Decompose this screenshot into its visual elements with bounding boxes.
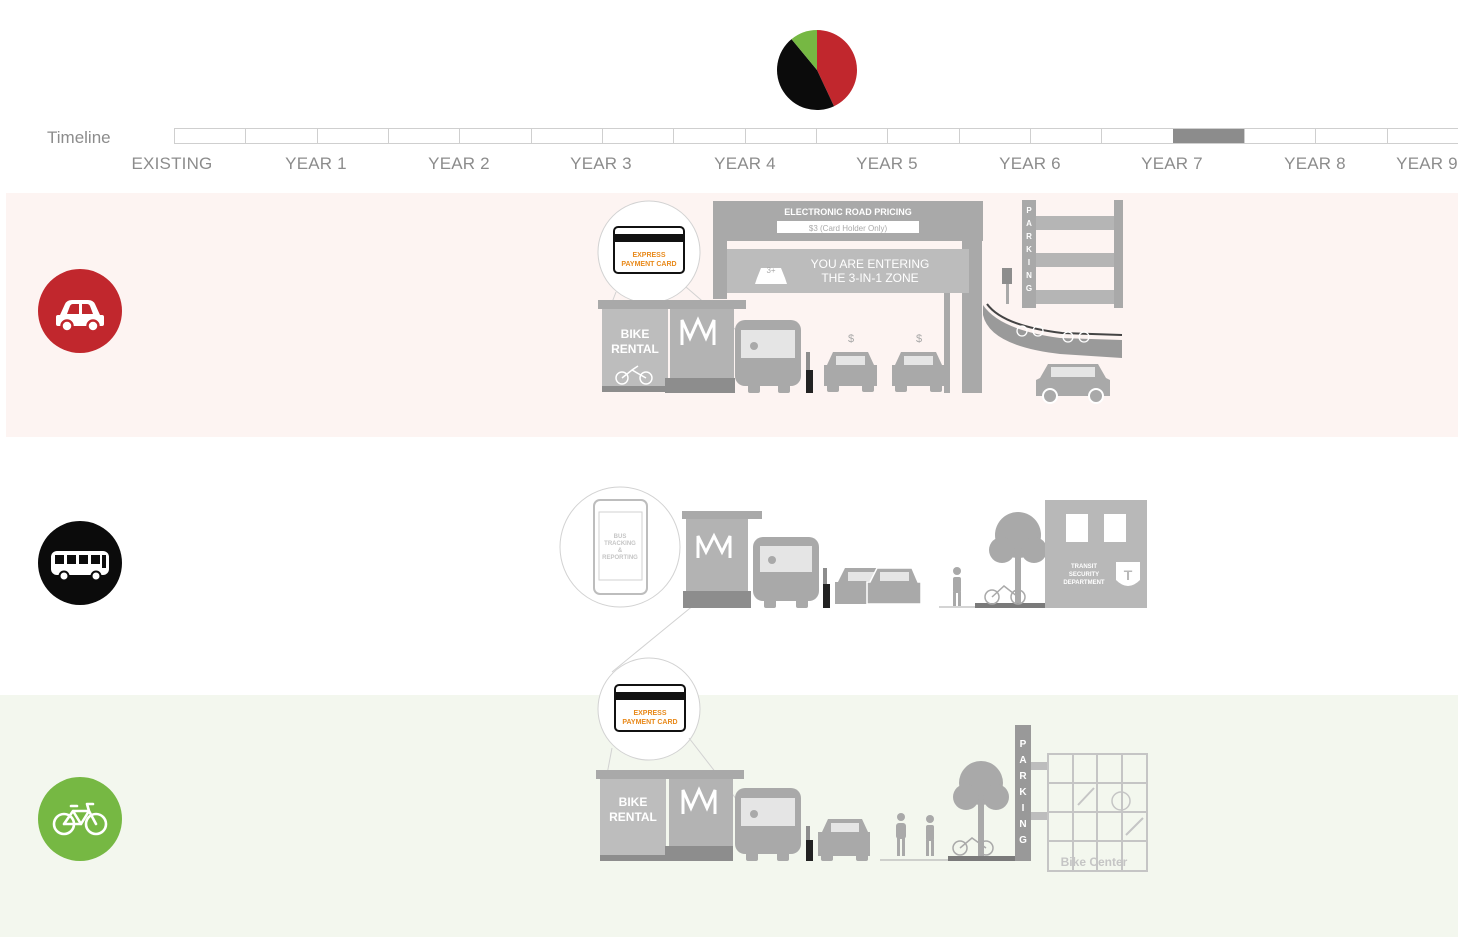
timeline-segment[interactable] (1172, 129, 1244, 143)
car-icon (892, 352, 945, 392)
year-label[interactable]: YEAR 8 (1284, 154, 1346, 174)
timeline-track[interactable] (174, 128, 1458, 144)
year-label[interactable]: YEAR 7 (1141, 154, 1203, 174)
year-label[interactable]: YEAR 2 (428, 154, 490, 174)
zone-sign-line-1: YOU ARE ENTERING (811, 257, 930, 271)
security-badge-letter: T (1124, 567, 1133, 583)
phone-label-4: REPORTING (602, 555, 638, 561)
timeline-segment[interactable] (816, 129, 887, 143)
parking-letter: I (1022, 803, 1025, 814)
parking-letter: N (1019, 819, 1026, 830)
car-icon (56, 300, 104, 333)
toll-mark: $ (916, 333, 922, 345)
toll-mark: $ (848, 333, 854, 345)
parking-letter: K (1019, 787, 1027, 798)
parking-letter: G (1019, 835, 1027, 846)
car-scenario-illustration: EXPRESS PAYMENT CARD BIKE RENTAL ELECTRO… (597, 200, 1123, 404)
parking-letter: P (1026, 206, 1032, 215)
express-card-label-1: EXPRESS (632, 252, 665, 259)
bus-mode-button[interactable] (38, 521, 122, 605)
bus-icon (735, 320, 801, 393)
timeline-segment[interactable] (1386, 129, 1458, 143)
bike-rental-label-1: BIKE (619, 795, 648, 809)
pedestrian-icon (953, 567, 961, 606)
parking-letter: R (1026, 232, 1032, 241)
express-card-label-2: PAYMENT CARD (622, 719, 677, 726)
timeline-segment[interactable] (1030, 129, 1101, 143)
bike-scenario-illustration: EXPRESS PAYMENT CARD BIKE RENTAL P A R K… (596, 657, 1148, 872)
year-label[interactable]: YEAR 3 (570, 154, 632, 174)
erp-price: $3 (Card Holder Only) (809, 224, 888, 233)
mode-share-pie-chart (777, 30, 857, 111)
timeline-segment[interactable] (316, 129, 388, 143)
bike-rental-label-2: RENTAL (609, 810, 657, 824)
bicycle-icon (952, 837, 994, 856)
phone-label-2: TRACKING (604, 541, 636, 547)
timeline-segment[interactable] (245, 129, 316, 143)
parking-letter: N (1026, 271, 1032, 280)
bike-rental-label-2: RENTAL (611, 342, 659, 356)
bus-icon (753, 537, 819, 608)
parking-letter: R (1019, 771, 1027, 782)
timeline-segment[interactable] (388, 129, 459, 143)
bike-mode-button[interactable] (38, 777, 122, 861)
timeline-segment[interactable] (530, 129, 602, 143)
parking-letter: G (1026, 284, 1032, 293)
timeline-segment[interactable] (1315, 129, 1386, 143)
car-icon (835, 567, 922, 605)
timeline-segment[interactable] (887, 129, 958, 143)
security-label-1: TRANSIT (1071, 564, 1097, 570)
parking-letter: A (1019, 755, 1026, 766)
timeline-segment[interactable] (673, 129, 744, 143)
year-label[interactable]: YEAR 9 (1396, 154, 1458, 174)
bike-rental-label-1: BIKE (621, 327, 650, 341)
express-card-label-1: EXPRESS (633, 710, 666, 717)
bus-icon (735, 788, 801, 861)
timeline-segment[interactable] (958, 129, 1030, 143)
phone-label-3: & (618, 548, 623, 554)
timeline-segment[interactable] (459, 129, 530, 143)
car-icon (1036, 364, 1110, 404)
smartphone-icon (593, 499, 648, 595)
timeline-label: Timeline (47, 128, 111, 147)
year-label[interactable]: YEAR 4 (714, 154, 776, 174)
bus-icon (51, 551, 109, 582)
timeline-segment[interactable] (174, 129, 245, 143)
year-label[interactable]: YEAR 5 (856, 154, 918, 174)
parking-letter: I (1028, 258, 1030, 267)
erp-title: ELECTRONIC ROAD PRICING (784, 207, 912, 217)
pedestrian-icon (926, 815, 934, 856)
year-label[interactable]: YEAR 6 (999, 154, 1061, 174)
parking-letter: P (1020, 739, 1027, 750)
timeline-segment[interactable] (602, 129, 673, 143)
car-mode-button[interactable] (38, 269, 122, 353)
year-label[interactable]: YEAR 1 (285, 154, 347, 174)
car-icon (824, 352, 877, 392)
timeline-segment[interactable] (1244, 129, 1315, 143)
timeline-segment[interactable] (1101, 129, 1172, 143)
year-label[interactable]: EXISTING (132, 154, 213, 174)
timeline-segment[interactable] (744, 129, 816, 143)
bicycle-icon (52, 802, 108, 836)
parking-letter: A (1026, 219, 1032, 228)
security-label-2: SECURITY (1069, 572, 1099, 578)
parking-letter: K (1026, 245, 1032, 254)
bike-center-label: Bike Center (1061, 855, 1128, 869)
phone-label-1: BUS (614, 534, 627, 540)
cyclist-icon (896, 813, 906, 856)
zone-badge: 3+ (766, 266, 775, 275)
car-icon (818, 819, 870, 861)
express-card-label-2: PAYMENT CARD (621, 261, 676, 268)
zone-sign-line-2: THE 3-IN-1 ZONE (821, 271, 918, 285)
security-label-3: DEPARTMENT (1063, 580, 1105, 586)
bike-center-building (1047, 753, 1148, 872)
